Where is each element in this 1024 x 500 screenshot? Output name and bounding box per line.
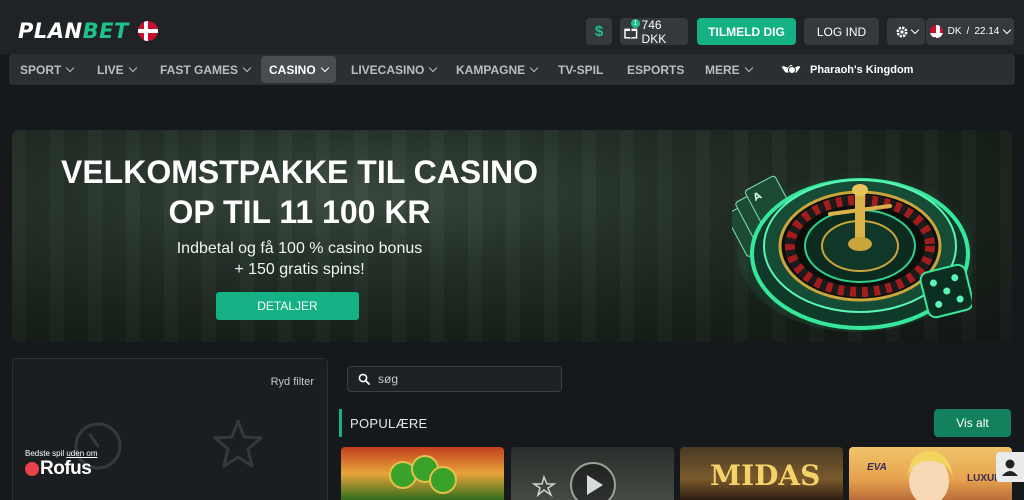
nav-item-tv-spil[interactable]: TV-SPIL: [550, 56, 611, 83]
nav-item-label: LIVE: [97, 62, 124, 77]
show-all-button[interactable]: Vis alt: [934, 409, 1011, 437]
rofus-logo-text: Rofus: [40, 458, 92, 479]
winged-emblem-icon: [780, 63, 802, 77]
nav-item-label: LIVECASINO: [351, 62, 425, 77]
bonus-count-badge: 1: [631, 19, 640, 28]
banner-title-amount: OP TIL 11 100 KR: [168, 194, 431, 230]
banner-subtitle: Indbetal og få 100 % casino bonus: [176, 240, 423, 257]
rofus-tagline-start: Bedste spil: [25, 449, 67, 458]
nav-item-mere[interactable]: MERE: [697, 56, 760, 83]
rofus-tagline-underlined: uden om: [66, 449, 98, 458]
roulette-illustration: A: [732, 172, 972, 332]
language-time-selector[interactable]: DK / 22.14: [926, 18, 1014, 45]
nav-item-fast-games[interactable]: FAST GAMES: [152, 56, 258, 83]
game-tile-video[interactable]: [511, 447, 674, 500]
chevron-down-icon: [320, 63, 329, 73]
search-input[interactable]: [378, 372, 548, 386]
deposit-button[interactable]: $: [586, 18, 612, 45]
top-header: PLANBET $ 1 746 DKK TILMELD DIG LOG IND …: [0, 0, 1024, 54]
balance-button[interactable]: 1 746 DKK: [620, 17, 688, 46]
language-separator: /: [966, 26, 970, 37]
chevron-down-icon: [66, 63, 75, 73]
chevron-down-icon: [429, 63, 438, 73]
nav-item-label: FAST GAMES: [160, 62, 239, 77]
rofus-dot-icon: [25, 462, 39, 476]
game-tile-label: MIDAS: [710, 459, 821, 492]
chevron-down-icon: [128, 63, 137, 73]
gear-icon: [896, 26, 907, 37]
language-code: DK: [947, 26, 962, 37]
nav-item-esports[interactable]: ESPORTS: [619, 56, 692, 83]
user-icon: [1002, 459, 1018, 476]
nav-item-pharaohs-kingdom[interactable]: Pharaoh's Kingdom: [772, 56, 921, 83]
nav-item-livecasino[interactable]: LIVECASINO: [343, 56, 444, 83]
chevron-down-icon: [1003, 25, 1012, 35]
nav-item-sport[interactable]: SPORT: [12, 56, 81, 83]
game-search[interactable]: [347, 366, 562, 392]
chevron-down-icon: [910, 25, 919, 35]
logo-text-plan: PLAN: [18, 19, 83, 43]
chevron-down-icon: [242, 63, 252, 73]
balance-amount: 746 DKK: [641, 17, 667, 46]
section-title-popular: POPULÆRE: [339, 409, 428, 437]
casino-welcome-banner[interactable]: VELKOMSTPAKKE TIL CASINO OP TIL 11 100 K…: [12, 130, 1012, 342]
nav-item-casino[interactable]: CASINO: [261, 56, 336, 83]
dollar-icon: $: [594, 23, 604, 40]
nav-item-label: ESPORTS: [627, 62, 685, 77]
signup-button[interactable]: TILMELD DIG: [697, 18, 796, 45]
clover-icon: [389, 455, 457, 494]
nav-item-label: CASINO: [269, 62, 316, 77]
settings-button[interactable]: [887, 18, 925, 45]
denmark-flag-icon: [138, 21, 158, 41]
clock-time: 22.14: [974, 26, 1000, 37]
chevron-down-icon: [744, 63, 753, 73]
user-profile-button[interactable]: [996, 452, 1024, 482]
nav-item-label: MERE: [705, 62, 740, 77]
denmark-flag-icon: [929, 25, 943, 38]
login-button[interactable]: LOG IND: [804, 18, 879, 45]
nav-promo-label: Pharaoh's Kingdom: [810, 63, 914, 76]
search-icon: [358, 373, 370, 385]
planbet-logo[interactable]: PLANBET: [18, 19, 129, 43]
chevron-down-icon: [529, 63, 539, 73]
nav-item-label: TV-SPIL: [558, 62, 604, 77]
nav-item-label: SPORT: [20, 62, 62, 77]
game-tile-label: EVA: [867, 462, 887, 473]
banner-title: VELKOMSTPAKKE TIL CASINO: [60, 154, 539, 190]
game-tile-midas[interactable]: MIDAS: [680, 447, 843, 500]
play-icon: [531, 462, 616, 500]
details-button[interactable]: DETALJER: [216, 292, 359, 320]
clear-filter-link[interactable]: Ryd filter: [271, 376, 314, 388]
star-icon[interactable]: [211, 417, 265, 471]
game-tile-eva[interactable]: EVA LUXUR: [849, 447, 1012, 500]
rofus-logo: Rofus: [25, 459, 98, 479]
rofus-badge[interactable]: Bedste spil uden om Rofus: [25, 449, 98, 479]
logo-text-bet: BET: [82, 19, 129, 43]
nav-item-label: KAMPAGNE: [456, 62, 526, 77]
nav-item-kampagne[interactable]: KAMPAGNE: [448, 56, 545, 83]
banner-subtitle-spins: + 150 gratis spins!: [234, 261, 365, 278]
game-tile-clover[interactable]: [341, 447, 504, 500]
nav-item-live[interactable]: LIVE: [89, 56, 144, 83]
main-navigation: SPORT LIVE FAST GAMES CASINO LIVECASINO …: [9, 54, 1015, 85]
